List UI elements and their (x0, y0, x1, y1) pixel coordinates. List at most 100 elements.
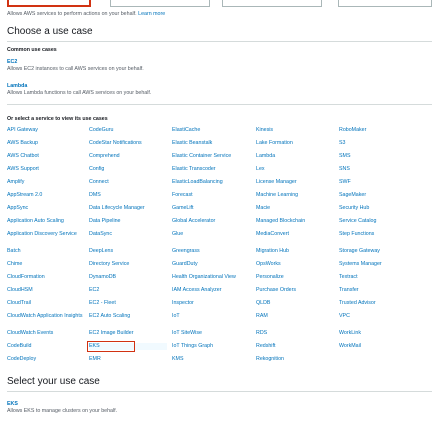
service-option[interactable]: CodeDeploy (7, 356, 85, 363)
service-option[interactable]: Connect (89, 179, 167, 186)
entity-card-aws-service[interactable] (7, 0, 91, 7)
service-option[interactable]: KMS (172, 356, 250, 363)
learn-more-link[interactable]: Learn more (138, 11, 165, 17)
service-option[interactable]: RDS (256, 330, 334, 337)
service-option[interactable]: Redshift (256, 343, 334, 350)
service-option[interactable]: AWS Support (7, 166, 85, 173)
service-option[interactable]: Lambda (256, 153, 334, 160)
service-option[interactable]: EC2 Auto Scaling (89, 313, 167, 320)
select-your-use-case-heading: Select your use case (7, 376, 100, 387)
service-option[interactable]: API Gateway (7, 127, 85, 134)
service-option[interactable]: IoT SiteWise (172, 330, 250, 337)
service-option[interactable]: Trusted Advisor (339, 300, 429, 307)
service-option[interactable]: WorkLink (339, 330, 429, 337)
service-option[interactable]: CodeBuild (7, 343, 85, 350)
service-option[interactable]: Data Pipeline (89, 218, 167, 225)
service-option-eks-selected[interactable]: EKS (87, 341, 167, 352)
service-option[interactable]: Transfer (339, 287, 429, 294)
service-option[interactable]: Machine Learning (256, 192, 334, 199)
service-option[interactable]: CloudFormation (7, 274, 85, 281)
service-option[interactable]: Inspector (172, 300, 250, 307)
service-option[interactable]: Macie (256, 205, 334, 212)
service-option[interactable]: Greengrass (172, 248, 250, 255)
service-option[interactable]: Step Functions (339, 231, 429, 238)
service-option[interactable]: EC2 Image Builder (89, 330, 167, 337)
service-option[interactable]: SMS (339, 153, 429, 160)
service-option[interactable]: License Manager (256, 179, 334, 186)
service-option[interactable]: Kinesis (256, 127, 334, 134)
service-option[interactable]: DMS (89, 192, 167, 199)
service-option[interactable]: RoboMaker (339, 127, 429, 134)
service-option[interactable]: GameLift (172, 205, 250, 212)
use-case-eks-link[interactable]: EKS (7, 401, 18, 407)
service-option[interactable]: CloudTrail (7, 300, 85, 307)
service-option[interactable]: SageMaker (339, 192, 429, 199)
service-option[interactable]: Textract (339, 274, 429, 281)
service-option[interactable]: Elastic Container Service (172, 153, 250, 160)
service-option[interactable]: Forecast (172, 192, 250, 199)
service-option[interactable]: GuardDuty (172, 261, 250, 268)
service-option[interactable]: Systems Manager (339, 261, 429, 268)
select-service-heading: Or select a service to view its use case… (7, 116, 108, 122)
service-option[interactable]: EMR (89, 356, 167, 363)
service-option[interactable]: EC2 - Fleet (89, 300, 167, 307)
service-option[interactable]: WorkMail (339, 343, 429, 350)
service-option[interactable]: Comprehend (89, 153, 167, 160)
service-option[interactable]: SNS (339, 166, 429, 173)
service-option[interactable]: VPC (339, 313, 429, 320)
service-option[interactable]: Service Catalog (339, 218, 429, 225)
use-case-ec2-link[interactable]: EC2 (7, 59, 17, 65)
service-option[interactable]: Data Lifecycle Manager (89, 205, 167, 212)
service-option[interactable]: CodeStar Notifications (89, 140, 167, 147)
service-option[interactable]: Glue (172, 231, 250, 238)
service-option[interactable]: DataSync (89, 231, 167, 238)
service-option[interactable]: Directory Service (89, 261, 167, 268)
service-option[interactable]: Storage Gateway (339, 248, 429, 255)
service-option[interactable]: SWF (339, 179, 429, 186)
service-option[interactable]: Batch (7, 248, 85, 255)
service-option[interactable]: AWS Chatbot (7, 153, 85, 160)
entity-card-saml[interactable] (338, 0, 432, 7)
service-option[interactable]: ElastiCache (172, 127, 250, 134)
service-option[interactable]: Rekognition (256, 356, 334, 363)
service-option[interactable]: IAM Access Analyzer (172, 287, 250, 294)
service-option[interactable]: Elastic Beanstalk (172, 140, 250, 147)
service-option[interactable]: MediaConvert (256, 231, 334, 238)
service-option[interactable]: EC2 (89, 287, 167, 294)
service-option[interactable]: Purchase Orders (256, 287, 334, 294)
service-option[interactable]: Lake Formation (256, 140, 334, 147)
service-option[interactable]: CloudWatch Application Insights (7, 313, 85, 320)
service-option[interactable]: IoT (172, 313, 250, 320)
service-option[interactable]: Config (89, 166, 167, 173)
service-option[interactable]: IoT Things Graph (172, 343, 250, 350)
service-option[interactable]: Security Hub (339, 205, 429, 212)
common-use-cases-heading: Common use cases (7, 47, 57, 53)
service-option[interactable]: Migration Hub (256, 248, 334, 255)
service-option[interactable]: DeepLens (89, 248, 167, 255)
service-option[interactable]: S3 (339, 140, 429, 147)
service-option[interactable]: Lex (256, 166, 334, 173)
use-case-lambda-link[interactable]: Lambda (7, 83, 27, 89)
service-option[interactable]: Chime (7, 261, 85, 268)
service-option[interactable]: Application Discovery Service (7, 231, 85, 238)
entity-card-web-identity[interactable] (222, 0, 322, 7)
service-option[interactable]: RAM (256, 313, 334, 320)
service-option[interactable]: Personalize (256, 274, 334, 281)
service-option[interactable]: Amplify (7, 179, 85, 186)
service-option[interactable]: AppSync (7, 205, 85, 212)
entity-card-another-account[interactable] (110, 0, 210, 7)
service-option[interactable]: DynamoDB (89, 274, 167, 281)
service-option[interactable]: QLDB (256, 300, 334, 307)
service-option[interactable]: AWS Backup (7, 140, 85, 147)
service-option[interactable]: CloudHSM (7, 287, 85, 294)
service-option[interactable]: OpsWorks (256, 261, 334, 268)
service-option[interactable]: Elastic Transcoder (172, 166, 250, 173)
service-option[interactable]: Application Auto Scaling (7, 218, 85, 225)
service-option[interactable]: ElasticLoadBalancing (172, 179, 250, 186)
service-option[interactable]: CloudWatch Events (7, 330, 85, 337)
service-option[interactable]: AppStream 2.0 (7, 192, 85, 199)
service-option[interactable]: CodeGuru (89, 127, 167, 134)
service-option[interactable]: Managed Blockchain (256, 218, 334, 225)
service-option[interactable]: Global Accelerator (172, 218, 250, 225)
service-option[interactable]: Health Organizational View (172, 274, 250, 281)
